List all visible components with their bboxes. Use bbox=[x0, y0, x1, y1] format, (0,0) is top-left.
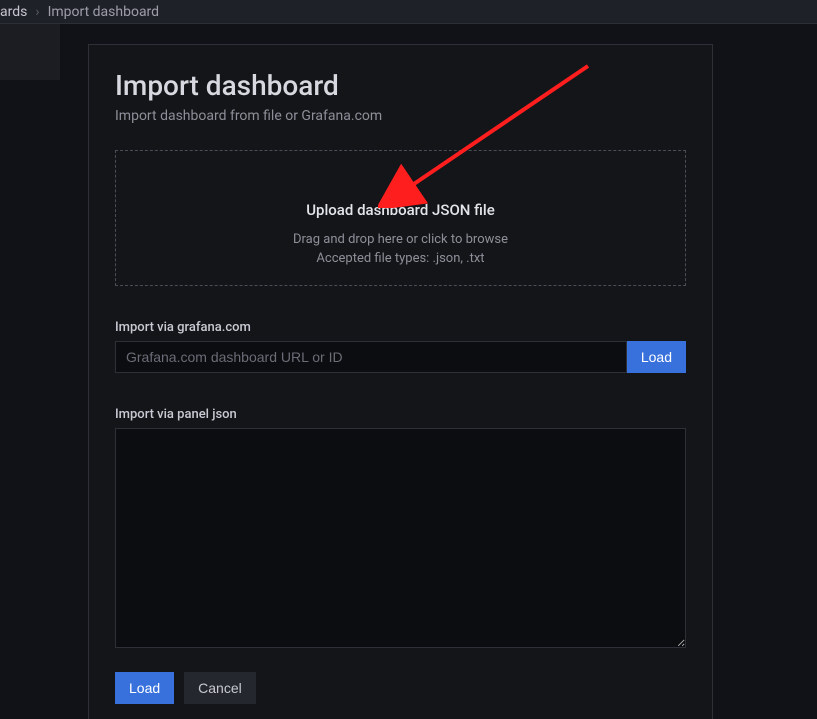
page-title: Import dashboard bbox=[115, 69, 686, 102]
panel-json-textarea[interactable] bbox=[115, 428, 686, 648]
breadcrumb-current: Import dashboard bbox=[48, 4, 160, 20]
grafana-url-label: Import via grafana.com bbox=[115, 320, 686, 335]
breadcrumb: ards › Import dashboard bbox=[0, 0, 817, 24]
side-nav bbox=[0, 24, 60, 719]
import-dashboard-card: Import dashboard Import dashboard from f… bbox=[88, 44, 713, 719]
load-button[interactable]: Load bbox=[115, 672, 174, 704]
breadcrumb-separator: › bbox=[35, 4, 39, 20]
page-subtitle: Import dashboard from file or Grafana.co… bbox=[115, 108, 686, 124]
grafana-load-button[interactable]: Load bbox=[627, 341, 686, 373]
breadcrumb-parent[interactable]: ards bbox=[0, 4, 27, 20]
upload-title: Upload dashboard JSON file bbox=[306, 201, 495, 219]
upload-icon bbox=[391, 167, 411, 201]
cancel-button[interactable]: Cancel bbox=[184, 672, 256, 704]
upload-dropzone[interactable]: Upload dashboard JSON file Drag and drop… bbox=[115, 150, 686, 286]
upload-help: Drag and drop here or click to browse Ac… bbox=[293, 231, 508, 269]
side-nav-item[interactable] bbox=[0, 24, 60, 80]
panel-json-label: Import via panel json bbox=[115, 407, 686, 422]
grafana-url-input[interactable] bbox=[115, 341, 627, 373]
